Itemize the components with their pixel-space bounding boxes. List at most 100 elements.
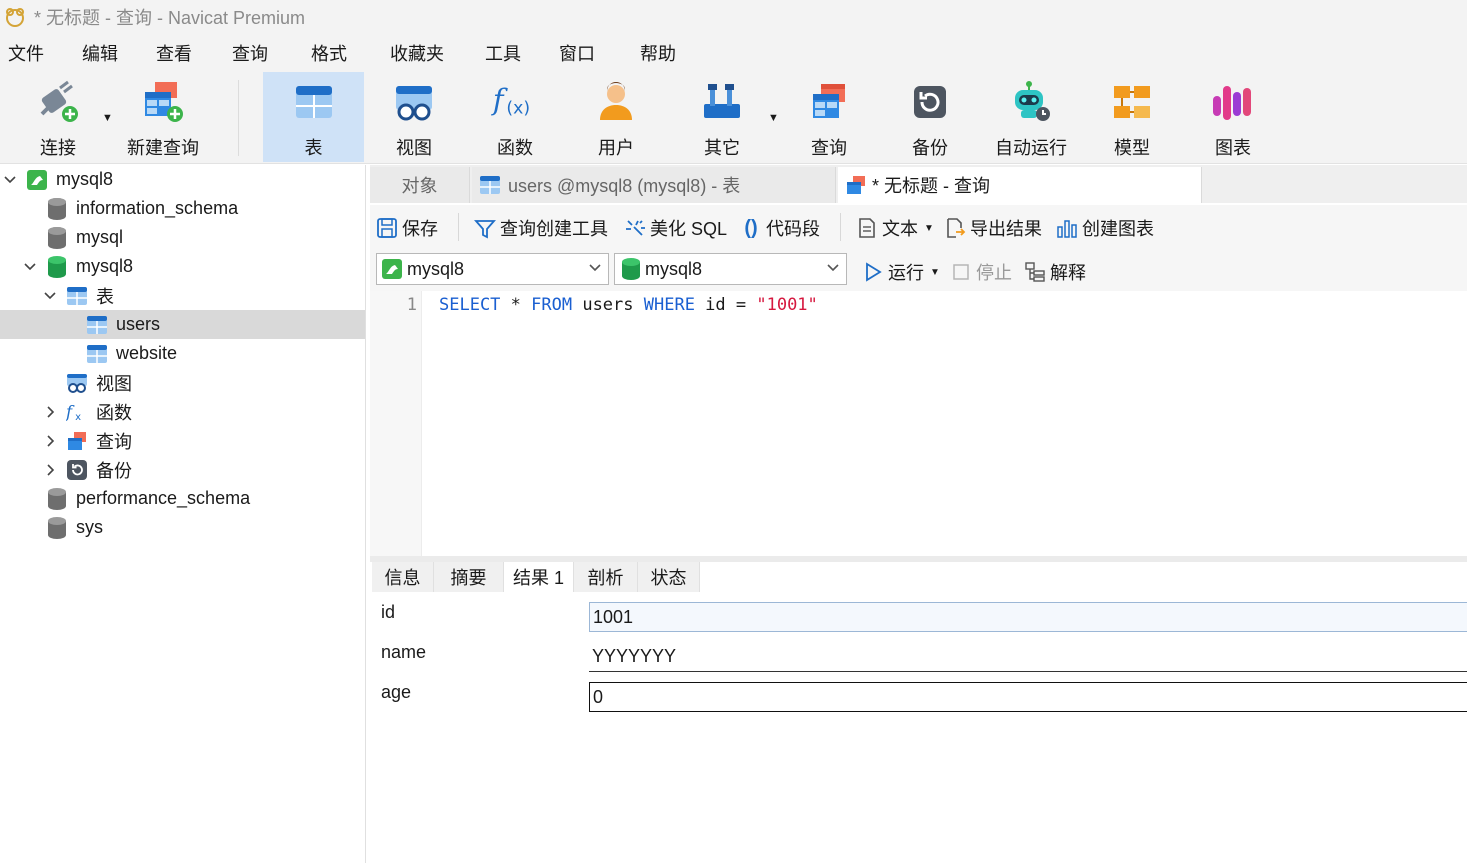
tab-info[interactable]: 信息 xyxy=(372,562,434,592)
database-icon xyxy=(621,257,641,281)
tab-objects[interactable]: 对象 xyxy=(370,167,470,203)
connect-dropdown-icon[interactable]: ▼ xyxy=(102,112,113,124)
toolbar-divider xyxy=(238,80,239,156)
automation-button[interactable]: 自动运行 xyxy=(995,72,1067,162)
tree-folder-functions[interactable]: fx 函数 xyxy=(0,397,365,426)
tree-db-performance-schema[interactable]: performance_schema xyxy=(0,484,365,513)
svg-text:f: f xyxy=(66,402,75,421)
tab-query[interactable]: * 无标题 - 查询 xyxy=(838,167,1202,203)
sql-operator: * xyxy=(500,295,532,315)
play-icon xyxy=(862,261,884,283)
field-value-input[interactable]: YYYYYYY xyxy=(589,642,1467,672)
tree-db-mysql[interactable]: mysql xyxy=(0,223,365,252)
tab-result-1[interactable]: 结果 1 xyxy=(504,562,574,592)
beautify-sql-button[interactable]: 美化 SQL xyxy=(624,215,727,241)
chevron-down-icon[interactable] xyxy=(2,172,18,188)
tree-label: website xyxy=(116,343,178,363)
backup-icon xyxy=(66,458,88,482)
export-result-button[interactable]: 导出结果 xyxy=(944,215,1042,241)
menu-edit[interactable]: 编辑 xyxy=(82,40,118,66)
menu-help[interactable]: 帮助 xyxy=(640,40,676,66)
create-chart-button[interactable]: 创建图表 xyxy=(1056,215,1154,241)
menu-window[interactable]: 窗口 xyxy=(559,40,595,66)
sql-keyword: SELECT xyxy=(439,295,501,315)
menu-file[interactable]: 文件 xyxy=(8,40,44,66)
query-button[interactable]: 查询 xyxy=(803,72,855,162)
connection-select[interactable]: mysql8 xyxy=(376,253,609,285)
save-button[interactable]: 保存 xyxy=(376,215,438,241)
connection-bar: mysql8 mysql8 运行 ▼ 停止 解释 xyxy=(370,249,1467,291)
caret-down-icon: ▼ xyxy=(924,222,934,234)
stop-button[interactable]: 停止 xyxy=(950,259,1012,285)
new-query-button[interactable]: 新建查询 xyxy=(126,72,200,162)
sql-editor[interactable]: 1 SELECT * FROM users WHERE id = "1001" xyxy=(370,291,1467,556)
tree-label: users xyxy=(116,314,161,334)
result-field-row: name YYYYYYY xyxy=(370,632,1467,672)
tree-folder-backups[interactable]: 备份 xyxy=(0,455,365,484)
table-icon xyxy=(86,313,108,337)
tree-db-mysql8[interactable]: mysql8 xyxy=(0,252,365,281)
database-icon xyxy=(46,516,68,540)
chevron-right-icon[interactable] xyxy=(42,462,58,478)
chevron-down-icon xyxy=(588,261,602,278)
query-builder-button[interactable]: 查询创建工具 xyxy=(474,215,608,241)
sql-condition: id = xyxy=(694,295,757,315)
model-button[interactable]: 模型 xyxy=(1106,72,1158,162)
query-builder-label: 查询创建工具 xyxy=(500,219,608,239)
function-button[interactable]: f (x) 函数 xyxy=(486,72,544,162)
menu-favorites[interactable]: 收藏夹 xyxy=(390,40,444,66)
chevron-right-icon[interactable] xyxy=(42,404,58,420)
database-icon xyxy=(46,197,68,221)
database-select[interactable]: mysql8 xyxy=(614,253,847,285)
sql-code-line[interactable]: SELECT * FROM users WHERE id = "1001" xyxy=(439,295,818,315)
table-button[interactable]: 表 xyxy=(263,72,364,162)
menu-format[interactable]: 格式 xyxy=(311,40,347,66)
field-value-input[interactable]: 0 xyxy=(589,682,1467,712)
tab-profile[interactable]: 剖析 xyxy=(574,562,638,592)
table-label: 表 xyxy=(304,138,323,158)
view-button[interactable]: 视图 xyxy=(388,72,440,162)
chevron-right-icon[interactable] xyxy=(42,433,58,449)
chevron-down-icon[interactable] xyxy=(42,288,58,304)
user-button[interactable]: 用户 xyxy=(590,72,642,162)
tree-folder-queries[interactable]: 查询 xyxy=(0,426,365,455)
other-dropdown-icon[interactable]: ▼ xyxy=(768,112,779,124)
field-value-input[interactable]: 1001 xyxy=(589,602,1467,632)
menu-tools[interactable]: 工具 xyxy=(485,40,521,66)
svg-text:x: x xyxy=(75,412,81,423)
tree-folder-tables[interactable]: 表 xyxy=(0,281,365,310)
chevron-down-icon[interactable] xyxy=(22,259,38,275)
other-button[interactable]: 其它 xyxy=(696,72,748,162)
explain-button[interactable]: 解释 xyxy=(1024,259,1086,285)
function-icon: fx xyxy=(66,400,88,424)
tab-status[interactable]: 状态 xyxy=(638,562,700,592)
table-icon xyxy=(290,78,338,126)
tree-connection-mysql8[interactable]: mysql8 xyxy=(0,165,365,194)
tree-table-website[interactable]: website xyxy=(0,339,365,368)
result-field-row: id 1001 xyxy=(370,592,1467,632)
mysql-connection-icon xyxy=(381,258,403,280)
connect-button[interactable]: 连接 xyxy=(30,72,86,162)
tree-db-sys[interactable]: sys xyxy=(0,513,365,542)
tree-table-users[interactable]: users xyxy=(0,310,365,339)
chart-icon xyxy=(1209,78,1257,126)
tree-db-information-schema[interactable]: information_schema xyxy=(0,194,365,223)
menu-view[interactable]: 查看 xyxy=(156,40,192,66)
run-button[interactable]: 运行 ▼ xyxy=(862,259,940,285)
database-icon xyxy=(46,226,68,250)
tree-folder-views[interactable]: 视图 xyxy=(0,368,365,397)
tree-label: performance_schema xyxy=(76,488,251,508)
field-value: 1001 xyxy=(593,606,634,627)
tools-icon xyxy=(698,78,746,126)
snippet-button[interactable]: () 代码段 xyxy=(740,215,820,241)
other-label: 其它 xyxy=(704,138,740,158)
backup-button[interactable]: 备份 xyxy=(904,72,956,162)
menu-query[interactable]: 查询 xyxy=(232,40,268,66)
text-mode-button[interactable]: 文本 ▼ xyxy=(856,215,934,241)
tab-users-table[interactable]: users @mysql8 (mysql8) - 表 xyxy=(472,167,836,203)
result-form-view: id 1001 name YYYYYYY age 0 xyxy=(370,592,1467,863)
tab-summary[interactable]: 摘要 xyxy=(434,562,504,592)
chart-button[interactable]: 图表 xyxy=(1207,72,1259,162)
parentheses-icon: () xyxy=(744,216,758,239)
beautify-sql-label: 美化 SQL xyxy=(650,219,728,239)
